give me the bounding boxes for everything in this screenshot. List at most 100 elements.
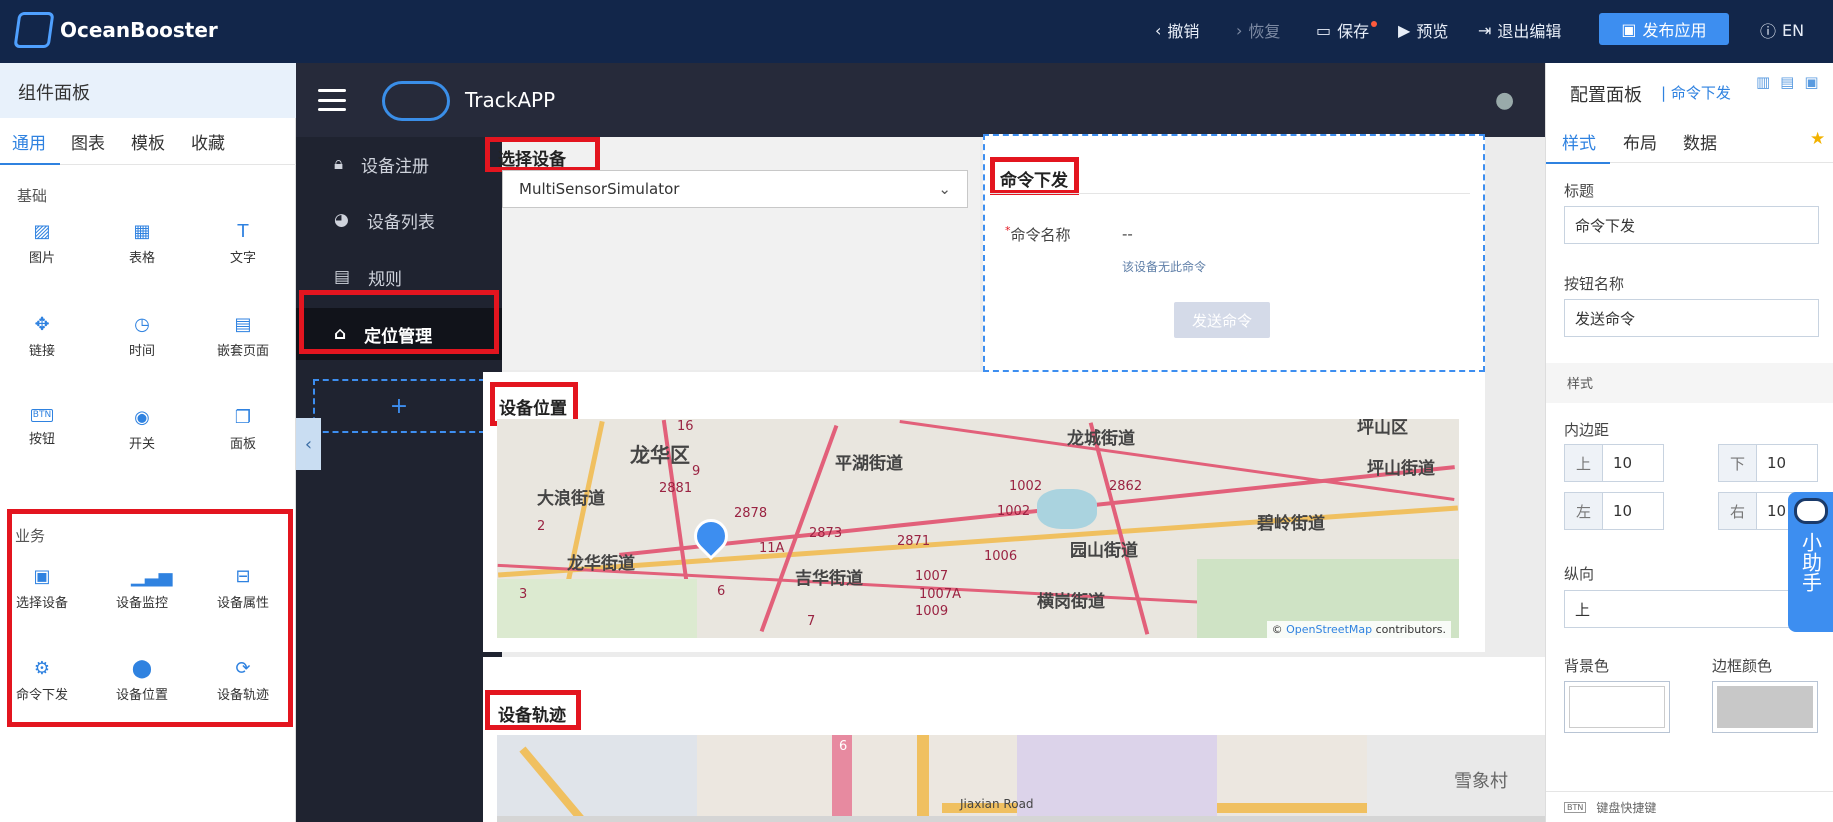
active-tab-indicator [0, 163, 60, 165]
vertical-select[interactable]: 上 [1564, 590, 1819, 628]
collapse-panel-button[interactable]: ‹ [296, 418, 321, 470]
comp-link[interactable]: ✥ 链接 [2, 316, 82, 360]
comp-nested-page[interactable]: ▤ 嵌套页面 [203, 314, 283, 360]
section-basic: 基础 [17, 187, 48, 205]
layout-toggle-icons[interactable]: ▥▤▣ [1756, 73, 1829, 91]
send-command-button[interactable]: 发送命令 [1174, 302, 1270, 338]
unsaved-dot [1371, 21, 1378, 27]
padding-top-value: 10 [1613, 454, 1633, 472]
chevron-right-icon: › [1236, 20, 1243, 40]
text-icon: T [237, 221, 249, 242]
comp-time[interactable]: ◷ 时间 [102, 316, 182, 360]
play-icon: ▶ [1398, 20, 1411, 40]
padding-top-input[interactable]: 上 10 [1564, 444, 1664, 482]
tab-favorites[interactable]: 收藏 [191, 129, 225, 154]
chevron-left-icon: ‹ [1155, 20, 1162, 40]
osm-link[interactable]: OpenStreetMap [1286, 623, 1372, 636]
comp-switch[interactable]: ◉ 开关 [102, 409, 182, 453]
style-section-title: 样式 [1567, 377, 1594, 392]
nav-device-register[interactable]: 🔒︎ 设备注册 [296, 138, 502, 190]
brand-logo: OceanBooster [13, 12, 218, 48]
preview-button[interactable]: ▶ 预览 [1398, 18, 1448, 42]
tab-common[interactable]: 通用 [12, 129, 46, 154]
comp-device-attributes[interactable]: ⊟ 设备属性 [203, 566, 283, 612]
tab-data[interactable]: 数据 [1683, 129, 1717, 154]
undo-button[interactable]: ‹ 撤销 [1155, 18, 1199, 42]
location-marker-icon[interactable] [686, 511, 736, 561]
padding-left-value: 10 [1613, 502, 1633, 520]
nav-highlight [299, 290, 499, 354]
map-attribution: © OpenStreetMap contributors. [1266, 621, 1451, 638]
tab-style[interactable]: 样式 [1562, 129, 1596, 154]
language-toggle[interactable]: ⓘ EN [1760, 18, 1804, 42]
padding-bottom-input[interactable]: 下 10 [1718, 444, 1818, 482]
config-panel-subtitle: | 命令下发 [1661, 84, 1731, 102]
map-road-number: 2878 [734, 506, 768, 521]
comp-text[interactable]: T 文字 [203, 221, 283, 267]
horizontal-scrollbar[interactable] [497, 816, 1545, 822]
command-divider [990, 193, 1470, 194]
nav-device-list[interactable]: ◕ 设备列表 [296, 194, 502, 246]
title-label: 标题 [1564, 182, 1595, 200]
comp-panel[interactable]: ❐ 面板 [203, 409, 283, 453]
star-icon[interactable]: ★ [1810, 129, 1825, 149]
map-label: 吉华街道 [795, 569, 863, 589]
map-label: 龙城街道 [1067, 429, 1135, 449]
comp-device-track[interactable]: ⟳ 设备轨迹 [203, 660, 283, 704]
bg-color-picker[interactable] [1564, 681, 1670, 733]
comp-button[interactable]: BTN 按钮 [2, 409, 82, 447]
app-logo-icon [382, 81, 450, 121]
redo-button[interactable]: › 恢复 [1236, 18, 1280, 42]
title-input[interactable]: 命令下发 [1564, 206, 1819, 244]
device-select-value: MultiSensorSimulator [519, 180, 680, 198]
comp-table[interactable]: ▦ 表格 [102, 223, 182, 267]
config-active-tab-indicator [1546, 162, 1610, 164]
padding-top-key: 上 [1565, 445, 1603, 481]
comp-device-location[interactable]: ⬤ 设备位置 [102, 660, 182, 704]
command-icon: ⚙ [33, 658, 51, 679]
bg-color-label: 背景色 [1564, 657, 1610, 675]
keyboard-shortcuts[interactable]: BTN 键盘快捷键 [1546, 791, 1833, 822]
save-button[interactable]: ▭ 保存 [1316, 18, 1378, 42]
keyboard-icon: BTN [1564, 801, 1587, 813]
comp-image[interactable]: ▨ 图片 [2, 223, 82, 267]
component-panel: 组件面板 通用 图表 模板 收藏 基础 ▨ 图片 ▦ 表格 T 文字 ✥ 链接 ◷ 时间 … [0, 63, 296, 822]
comp-select-device[interactable]: ▣ 选择设备 [2, 568, 82, 612]
padding-left-key: 左 [1565, 493, 1603, 529]
save-icon: ▭ [1316, 20, 1332, 40]
map-label: 横岗街道 [1037, 592, 1105, 612]
track-map[interactable]: 6 Jiaxian Road 雪象村 [497, 735, 1545, 822]
document-icon: ▤ [234, 314, 252, 335]
publish-button[interactable]: ▣ 发布应用 [1599, 13, 1729, 45]
button-name-input[interactable]: 发送命令 [1564, 299, 1819, 337]
top-bar: OceanBooster ‹ 撤销 › 恢复 ▭ 保存 ▶ 预览 ⇥ 退出编辑 ▣ 发布应用… [0, 0, 1833, 63]
map-road-number: 2873 [809, 526, 843, 541]
tab-templates[interactable]: 模板 [131, 129, 165, 154]
map-road-number: 11A [759, 541, 785, 556]
menu-icon[interactable] [318, 89, 346, 111]
comp-command[interactable]: ⚙ 命令下发 [2, 658, 82, 704]
tab-charts[interactable]: 图表 [71, 129, 105, 154]
map-road-number: 6 [717, 584, 726, 599]
border-color-picker[interactable] [1712, 681, 1818, 733]
padding-left-input[interactable]: 左 10 [1564, 492, 1664, 530]
rules-icon: ▤ [334, 267, 351, 287]
user-icon[interactable]: ● [1495, 88, 1519, 113]
track-title: 设备轨迹 [498, 706, 566, 726]
command-title: 命令下发 [1000, 171, 1068, 191]
exit-edit-button[interactable]: ⇥ 退出编辑 [1478, 18, 1561, 42]
tab-layout[interactable]: 布局 [1623, 129, 1657, 154]
track-map-label: 雪象村 [1454, 771, 1508, 792]
vertical-label: 纵向 [1564, 565, 1595, 583]
attributes-icon: ⊟ [235, 566, 251, 587]
device-select[interactable]: MultiSensorSimulator ⌄ [502, 170, 968, 208]
comp-device-monitor[interactable]: ▁▃▅ 设备监控 [102, 568, 182, 612]
section-business: 业务 [15, 527, 46, 545]
brand-mark-icon [13, 12, 55, 48]
device-list-icon: ◕ [334, 210, 349, 230]
command-name-label: *命令名称 [1005, 224, 1071, 244]
location-map[interactable]: 龙华区 平湖街道 龙城街道 坪山街道 大浪街道 龙华街道 吉华街道 园山街道 碧… [497, 419, 1459, 638]
padding-bottom-value: 10 [1767, 454, 1787, 472]
add-page-button[interactable]: + [313, 379, 485, 433]
assistant-button[interactable]: 小助手 [1788, 492, 1833, 632]
